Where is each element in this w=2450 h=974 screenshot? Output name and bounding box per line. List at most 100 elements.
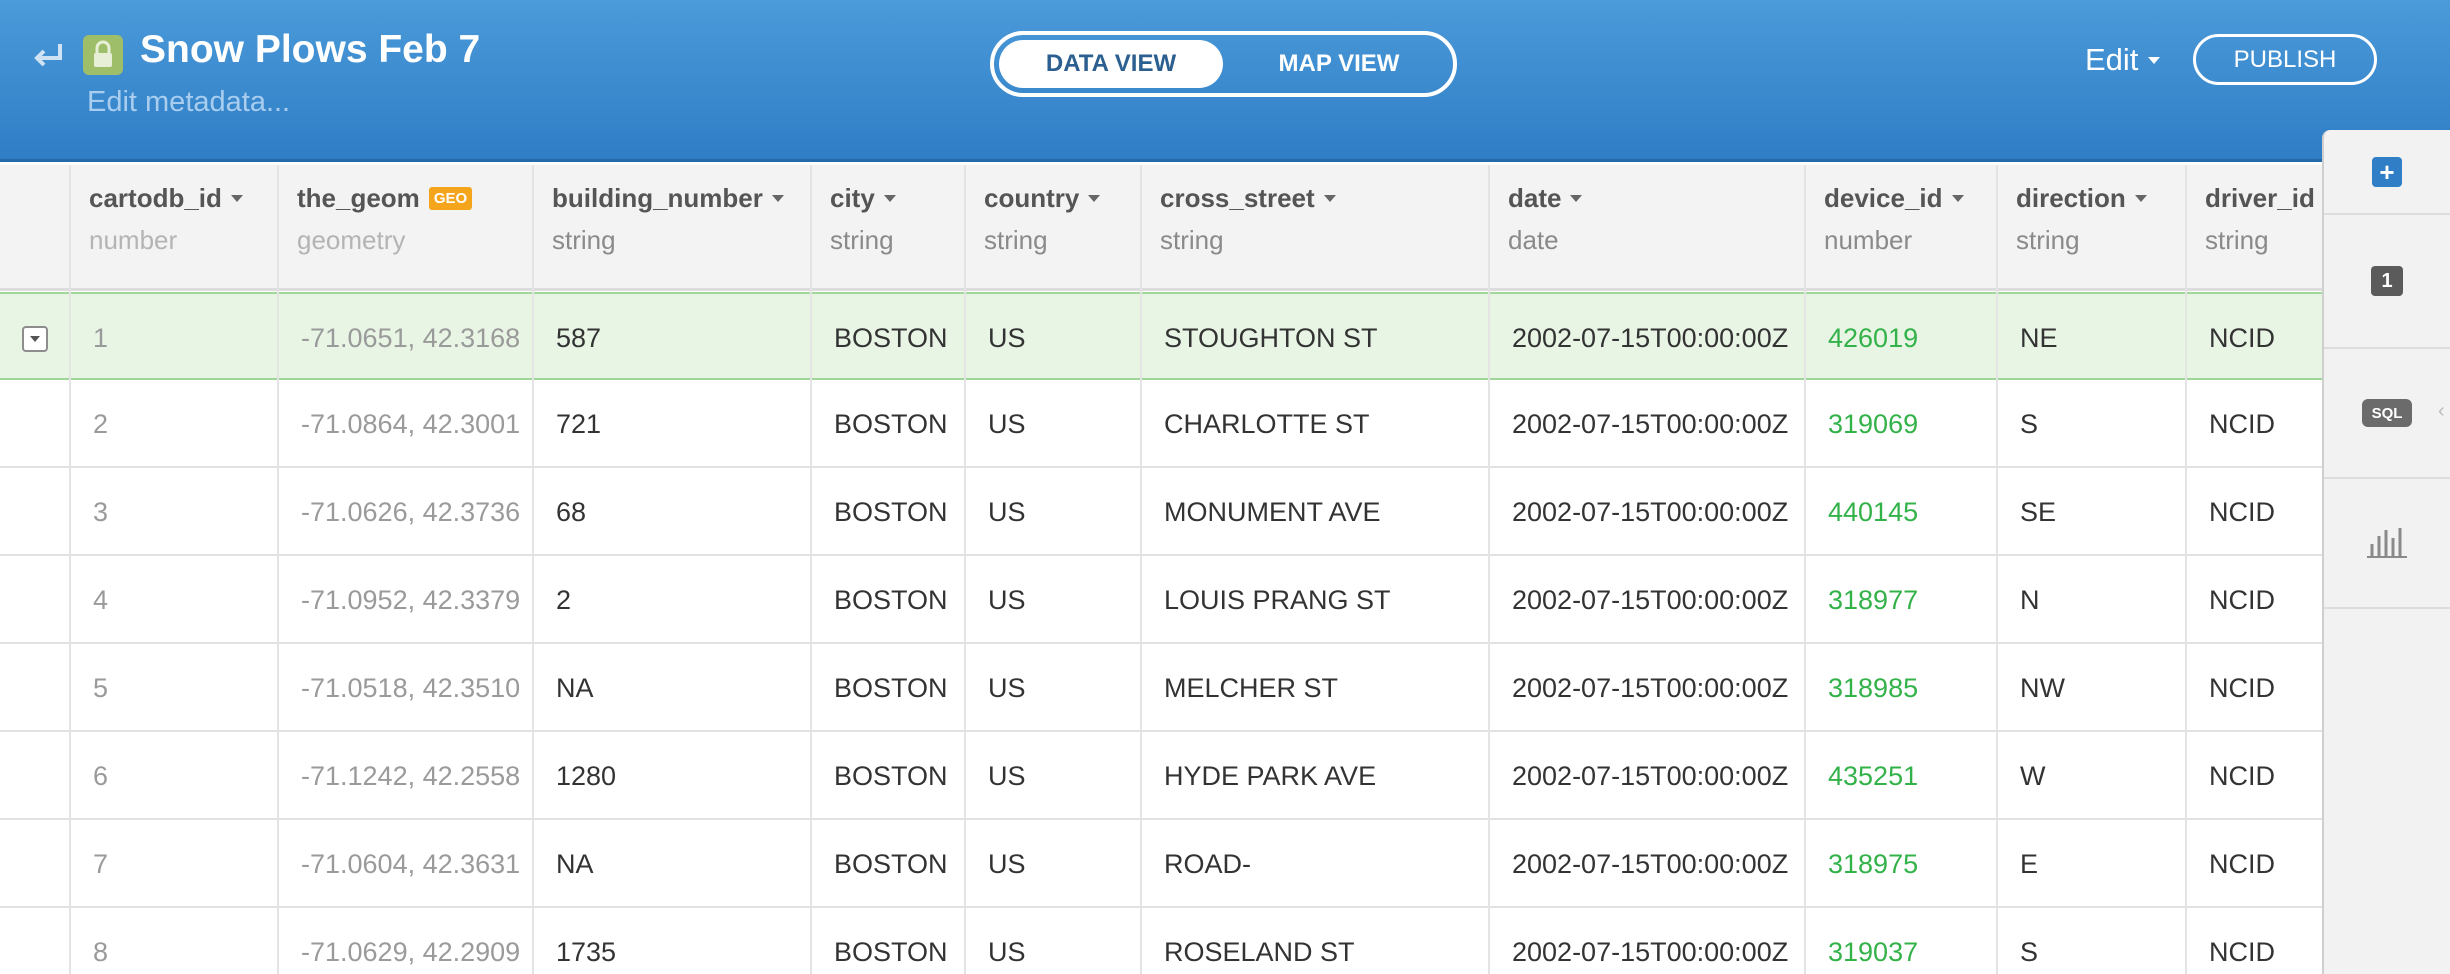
page-title[interactable]: Snow Plows Feb 7: [140, 28, 480, 72]
cell-the-geom[interactable]: -71.0864, 42.3001: [301, 380, 520, 468]
table-row[interactable]: 1 -71.0651, 42.3168 587 BOSTON US STOUGHTON S…: [0, 292, 2322, 380]
cell-cross-street[interactable]: MONUMENT AVE: [1164, 468, 1381, 556]
cell-date[interactable]: 2002-07-15T00:00:00Z: [1512, 294, 1788, 382]
cell-country[interactable]: US: [988, 644, 1026, 732]
cell-cartodb-id[interactable]: 5: [93, 644, 108, 732]
table-row[interactable]: 5 -71.0518, 42.3510 NA BOSTON US MELCHER ST 20…: [0, 644, 2322, 732]
edit-metadata-link[interactable]: Edit metadata...: [87, 86, 290, 119]
cell-date[interactable]: 2002-07-15T00:00:00Z: [1512, 556, 1788, 644]
table-row[interactable]: 3 -71.0626, 42.3736 68 BOSTON US MONUMENT AVE…: [0, 468, 2322, 556]
chevron-down-icon[interactable]: [883, 195, 896, 202]
sql-tab[interactable]: SQL: [2324, 349, 2450, 479]
cell-direction[interactable]: SE: [2020, 468, 2056, 556]
cell-country[interactable]: US: [988, 294, 1026, 382]
column-header-cartodb-id[interactable]: cartodb_id number: [70, 165, 278, 291]
cell-city[interactable]: BOSTON: [834, 908, 948, 974]
cell-the-geom[interactable]: -71.0626, 42.3736: [301, 468, 520, 556]
cell-date[interactable]: 2002-07-15T00:00:00Z: [1512, 644, 1788, 732]
cell-the-geom[interactable]: -71.0518, 42.3510: [301, 644, 520, 732]
cell-cartodb-id[interactable]: 2: [93, 380, 108, 468]
publish-button[interactable]: PUBLISH: [2193, 34, 2377, 85]
cell-building-number[interactable]: 721: [556, 380, 601, 468]
data-view-tab[interactable]: DATA VIEW: [999, 40, 1223, 88]
chevron-down-icon[interactable]: [1570, 195, 1583, 202]
map-view-tab[interactable]: MAP VIEW: [1229, 40, 1449, 88]
cell-date[interactable]: 2002-07-15T00:00:00Z: [1512, 908, 1788, 974]
column-header-device-id[interactable]: device_id number: [1805, 165, 1997, 291]
table-row[interactable]: 2 -71.0864, 42.3001 721 BOSTON US CHARLOTTE S…: [0, 380, 2322, 468]
cell-country[interactable]: US: [988, 732, 1026, 820]
cell-cartodb-id[interactable]: 4: [93, 556, 108, 644]
cell-city[interactable]: BOSTON: [834, 820, 948, 908]
cell-driver-id[interactable]: NCID: [2209, 732, 2275, 820]
cell-device-id[interactable]: 319069: [1828, 380, 1918, 468]
table-row[interactable]: 4 -71.0952, 42.3379 2 BOSTON US LOUIS PRANG S…: [0, 556, 2322, 644]
cell-direction[interactable]: E: [2020, 820, 2038, 908]
cell-building-number[interactable]: 2: [556, 556, 571, 644]
cell-device-id[interactable]: 318975: [1828, 820, 1918, 908]
lock-icon[interactable]: [83, 35, 123, 75]
cell-the-geom[interactable]: -71.0651, 42.3168: [301, 294, 520, 382]
cell-direction[interactable]: NE: [2020, 294, 2058, 382]
cell-country[interactable]: US: [988, 468, 1026, 556]
cell-date[interactable]: 2002-07-15T00:00:00Z: [1512, 468, 1788, 556]
cell-date[interactable]: 2002-07-15T00:00:00Z: [1512, 380, 1788, 468]
cell-building-number[interactable]: NA: [556, 820, 594, 908]
cell-driver-id[interactable]: NCID: [2209, 294, 2275, 382]
cell-the-geom[interactable]: -71.0604, 42.3631: [301, 820, 520, 908]
cell-country[interactable]: US: [988, 820, 1026, 908]
row-options-icon[interactable]: [22, 326, 48, 352]
cell-cartodb-id[interactable]: 1: [93, 294, 108, 382]
table-row[interactable]: 7 -71.0604, 42.3631 NA BOSTON US ROAD- 2002-07…: [0, 820, 2322, 908]
table-row[interactable]: 8 -71.0629, 42.2909 1735 BOSTON US ROSELAND S…: [0, 908, 2322, 974]
cell-driver-id[interactable]: NCID: [2209, 820, 2275, 908]
cell-device-id[interactable]: 318977: [1828, 556, 1918, 644]
cell-city[interactable]: BOSTON: [834, 644, 948, 732]
cell-cross-street[interactable]: LOUIS PRANG ST: [1164, 556, 1391, 644]
layer-tab[interactable]: 1: [2324, 215, 2450, 349]
cell-date[interactable]: 2002-07-15T00:00:00Z: [1512, 732, 1788, 820]
cell-device-id[interactable]: 319037: [1828, 908, 1918, 974]
cell-direction[interactable]: S: [2020, 380, 2038, 468]
cell-building-number[interactable]: 1735: [556, 908, 616, 974]
cell-cross-street[interactable]: ROSELAND ST: [1164, 908, 1355, 974]
cell-driver-id[interactable]: NCID: [2209, 908, 2275, 974]
table-row[interactable]: 6 -71.1242, 42.2558 1280 BOSTON US HYDE PARK …: [0, 732, 2322, 820]
add-layer-tab[interactable]: +: [2324, 130, 2450, 215]
chevron-down-icon[interactable]: [1951, 195, 1964, 202]
cell-building-number[interactable]: 68: [556, 468, 586, 556]
cell-the-geom[interactable]: -71.0629, 42.2909: [301, 908, 520, 974]
column-header-city[interactable]: city string: [811, 165, 965, 291]
cell-country[interactable]: US: [988, 556, 1026, 644]
cell-city[interactable]: BOSTON: [834, 556, 948, 644]
cell-direction[interactable]: W: [2020, 732, 2045, 820]
cell-direction[interactable]: S: [2020, 908, 2038, 974]
column-header-the-geom[interactable]: the_geom GEO geometry: [278, 165, 533, 291]
cell-driver-id[interactable]: NCID: [2209, 556, 2275, 644]
chevron-down-icon[interactable]: [230, 195, 243, 202]
cell-cross-street[interactable]: HYDE PARK AVE: [1164, 732, 1376, 820]
collapse-panel-icon[interactable]: ‹: [2438, 400, 2450, 422]
cell-cartodb-id[interactable]: 6: [93, 732, 108, 820]
cell-the-geom[interactable]: -71.1242, 42.2558: [301, 732, 520, 820]
cell-city[interactable]: BOSTON: [834, 380, 948, 468]
cell-device-id[interactable]: 435251: [1828, 732, 1918, 820]
cell-date[interactable]: 2002-07-15T00:00:00Z: [1512, 820, 1788, 908]
back-arrow-icon[interactable]: [30, 36, 66, 72]
chevron-down-icon[interactable]: [1323, 195, 1336, 202]
cell-direction[interactable]: NW: [2020, 644, 2065, 732]
cell-building-number[interactable]: 587: [556, 294, 601, 382]
cell-driver-id[interactable]: NCID: [2209, 644, 2275, 732]
edit-menu[interactable]: Edit: [2085, 42, 2161, 78]
cell-driver-id[interactable]: NCID: [2209, 380, 2275, 468]
cell-country[interactable]: US: [988, 908, 1026, 974]
chevron-down-icon[interactable]: [1088, 195, 1101, 202]
cell-city[interactable]: BOSTON: [834, 294, 948, 382]
cell-the-geom[interactable]: -71.0952, 42.3379: [301, 556, 520, 644]
cell-city[interactable]: BOSTON: [834, 732, 948, 820]
chart-tab[interactable]: [2324, 479, 2450, 609]
cell-country[interactable]: US: [988, 380, 1026, 468]
column-header-cross-street[interactable]: cross_street string: [1141, 165, 1489, 291]
cell-cross-street[interactable]: CHARLOTTE ST: [1164, 380, 1370, 468]
cell-cartodb-id[interactable]: 3: [93, 468, 108, 556]
